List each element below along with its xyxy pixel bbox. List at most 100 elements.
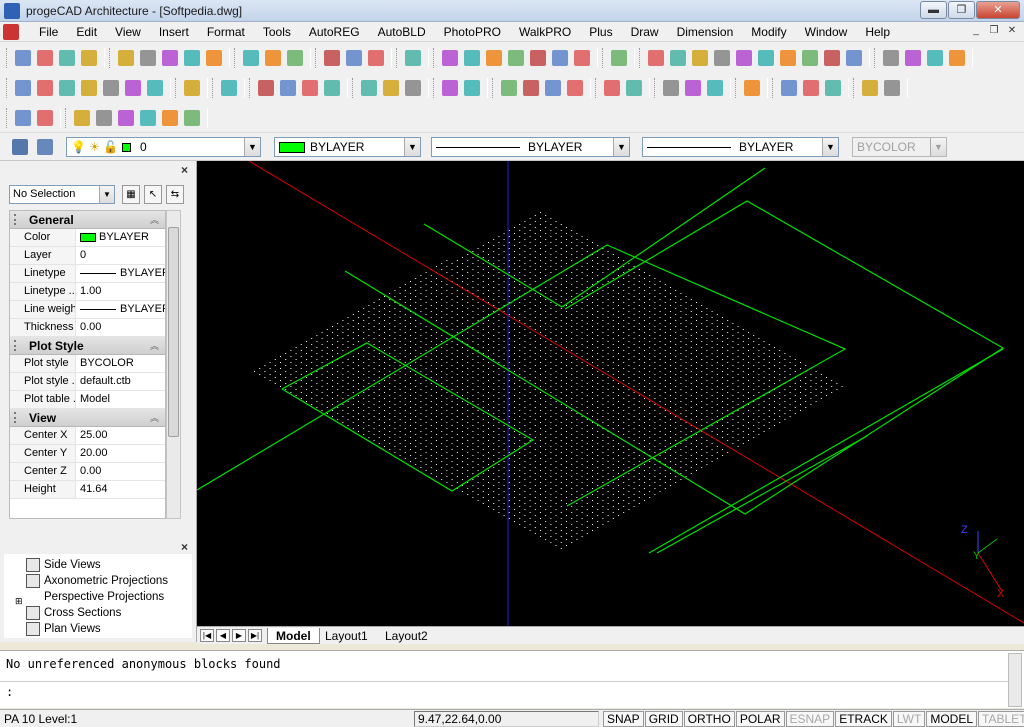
property-row[interactable]: Linetype ... 1.00	[10, 283, 165, 301]
menu-insert[interactable]: Insert	[150, 22, 198, 42]
tool-icon[interactable]	[81, 50, 97, 66]
linetype-combo[interactable]: BYLAYER ▼	[431, 137, 630, 157]
toolbar-grip[interactable]	[249, 78, 252, 98]
command-prompt[interactable]: :	[0, 681, 1008, 701]
tool-icon[interactable]	[486, 50, 502, 66]
tool-icon[interactable]	[508, 50, 524, 66]
tool-icon[interactable]	[162, 110, 178, 126]
toolbar-grip[interactable]	[352, 78, 355, 98]
restore-button[interactable]: ❐	[948, 1, 975, 19]
property-row[interactable]: Line weight BYLAYER	[10, 301, 165, 319]
toolbar-grip[interactable]	[874, 48, 877, 68]
tool-icon[interactable]	[37, 80, 53, 96]
property-value[interactable]: BYLAYER	[76, 265, 165, 282]
tool-icon[interactable]	[802, 50, 818, 66]
tool-icon[interactable]	[405, 50, 421, 66]
status-toggle-lwt[interactable]: LWT	[892, 711, 926, 727]
tool-icon[interactable]	[118, 110, 134, 126]
tool-icon[interactable]	[663, 80, 679, 96]
tool-icon[interactable]	[383, 80, 399, 96]
command-line[interactable]: No unreferenced anonymous blocks found :	[0, 650, 1024, 708]
property-row[interactable]: Plot table ...Model	[10, 391, 165, 409]
menu-plus[interactable]: Plus	[580, 22, 621, 42]
toolbar-grip[interactable]	[492, 78, 495, 98]
property-row[interactable]: Plot style ... default.ctb	[10, 373, 165, 391]
menu-help[interactable]: Help	[856, 22, 899, 42]
tool-icon[interactable]	[884, 80, 900, 96]
tool-icon[interactable]	[147, 80, 163, 96]
toolbar-grip[interactable]	[433, 48, 436, 68]
tool-icon[interactable]	[15, 110, 31, 126]
tool-icon[interactable]	[258, 80, 274, 96]
property-row[interactable]: Height 41.64	[10, 481, 165, 499]
menu-draw[interactable]: Draw	[622, 22, 668, 42]
menu-tools[interactable]: Tools	[254, 22, 300, 42]
tool-icon[interactable]	[781, 80, 797, 96]
status-toggle-snap[interactable]: SNAP	[603, 711, 644, 727]
tree-item-perspective-projections[interactable]: ⊞ Perspective Projections	[14, 589, 164, 606]
toolbar-grip[interactable]	[6, 48, 9, 68]
status-toggle-grid[interactable]: GRID	[644, 711, 683, 727]
tool-icon[interactable]	[15, 50, 31, 66]
tool-icon[interactable]	[758, 50, 774, 66]
tool-icon[interactable]	[523, 80, 539, 96]
toolbar-grip[interactable]	[65, 108, 68, 128]
property-row[interactable]: Plot style BYCOLOR	[10, 355, 165, 373]
tree-item-axonometric-projections[interactable]: Axonometric Projections	[14, 573, 168, 589]
tool-icon[interactable]	[74, 110, 90, 126]
tool-icon[interactable]	[905, 50, 921, 66]
property-value[interactable]: 0	[76, 247, 165, 264]
toggle-pickadd-icon[interactable]: ⇆	[166, 185, 184, 204]
lineweight-combo[interactable]: BYLAYER ▼	[642, 137, 839, 157]
tool-icon[interactable]	[125, 80, 141, 96]
tool-icon[interactable]	[824, 50, 840, 66]
category-view[interactable]: View ︽	[10, 409, 165, 427]
category-plot-style[interactable]: Plot Style ︽	[10, 337, 165, 355]
property-value[interactable]: 20.00	[76, 445, 165, 462]
tool-icon[interactable]	[368, 50, 384, 66]
tool-icon[interactable]	[442, 50, 458, 66]
tool-icon[interactable]	[927, 50, 943, 66]
close-icon[interactable]: ×	[181, 540, 188, 554]
tool-icon[interactable]	[670, 50, 686, 66]
tool-icon[interactable]	[530, 50, 546, 66]
command-scrollbar[interactable]	[1008, 653, 1022, 707]
tool-icon[interactable]	[221, 80, 237, 96]
document-icon[interactable]	[3, 24, 19, 40]
tool-icon[interactable]	[59, 80, 75, 96]
collapse-icon[interactable]: ︽	[150, 409, 159, 427]
selection-combo[interactable]: No Selection ▼	[9, 185, 115, 204]
property-row[interactable]: Layer 0	[10, 247, 165, 265]
property-value[interactable]: BYCOLOR	[76, 355, 165, 372]
tree-item-cross-sections[interactable]: Cross Sections	[14, 605, 121, 621]
tool-icon[interactable]	[15, 80, 31, 96]
tool-icon[interactable]	[714, 50, 730, 66]
tool-icon[interactable]	[744, 80, 760, 96]
toolbar-grip[interactable]	[639, 48, 642, 68]
tab-model[interactable]: Model	[267, 628, 320, 644]
menu-autobld[interactable]: AutoBLD	[369, 22, 435, 42]
tool-icon[interactable]	[324, 80, 340, 96]
property-value[interactable]: 41.64	[76, 481, 165, 498]
property-value[interactable]: 0.00	[76, 463, 165, 480]
tool-icon[interactable]	[648, 50, 664, 66]
tool-icon[interactable]	[626, 80, 642, 96]
category-general[interactable]: General ︽	[10, 211, 165, 229]
tree-item-side-views[interactable]: Side Views	[14, 557, 101, 573]
status-toggle-ortho[interactable]: ORTHO	[683, 711, 735, 727]
property-value[interactable]: 1.00	[76, 283, 165, 300]
tool-icon[interactable]	[37, 110, 53, 126]
menu-view[interactable]: View	[106, 22, 150, 42]
menu-edit[interactable]: Edit	[67, 22, 106, 42]
toolbar-grip[interactable]	[853, 78, 856, 98]
first-tab-icon[interactable]: |◀	[200, 629, 214, 642]
status-toggle-etrack[interactable]: ETRACK	[835, 711, 892, 727]
tool-icon[interactable]	[611, 50, 627, 66]
tool-icon[interactable]	[846, 50, 862, 66]
toolbar-grip[interactable]	[735, 78, 738, 98]
doc-restore-button[interactable]: ❐	[986, 24, 1002, 39]
tool-icon[interactable]	[949, 50, 965, 66]
toolbar-grip[interactable]	[772, 78, 775, 98]
menu-file[interactable]: File	[30, 22, 67, 42]
last-tab-icon[interactable]: ▶|	[248, 629, 262, 642]
